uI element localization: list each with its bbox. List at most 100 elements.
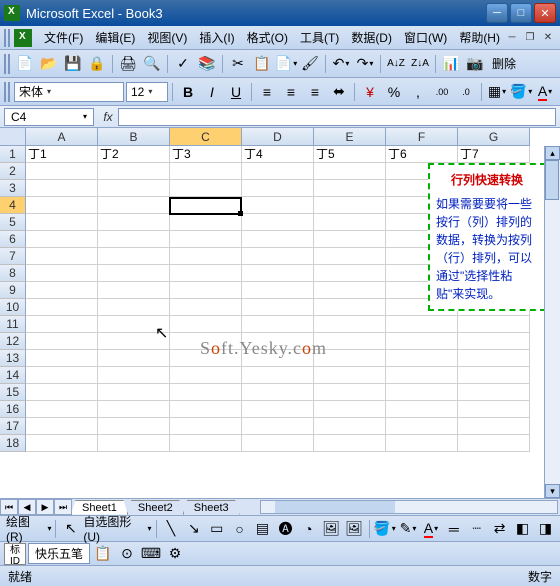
align-center-button[interactable]: ≡ <box>280 81 302 103</box>
cell-B2[interactable] <box>98 163 170 180</box>
autoshapes-menu[interactable]: 自选图形(U) <box>83 513 144 544</box>
cell-C11[interactable] <box>170 316 242 333</box>
diagram-button[interactable]: ◔ <box>298 518 319 540</box>
select-objects-button[interactable]: ↖ <box>60 518 81 540</box>
cell-C2[interactable] <box>170 163 242 180</box>
select-all-corner[interactable] <box>0 128 26 146</box>
redo-button[interactable]: ↷▾ <box>354 53 376 75</box>
col-header-F[interactable]: F <box>386 128 458 146</box>
cell-D10[interactable] <box>242 299 314 316</box>
print-button[interactable]: 🖨 <box>117 53 139 75</box>
row-header-2[interactable]: 2 <box>0 163 26 180</box>
cell-A4[interactable] <box>26 197 98 214</box>
3d-button[interactable]: ◨ <box>535 518 556 540</box>
decrease-decimal-button[interactable]: .0 <box>455 81 477 103</box>
app-icon[interactable] <box>14 29 32 47</box>
row-header-3[interactable]: 3 <box>0 180 26 197</box>
cell-C4[interactable] <box>170 197 242 214</box>
maximize-button[interactable]: □ <box>510 3 532 23</box>
col-header-E[interactable]: E <box>314 128 386 146</box>
undo-button[interactable]: ↶▾ <box>330 53 352 75</box>
fillcolor-draw-button[interactable]: 🪣▾ <box>374 518 396 540</box>
cell-A9[interactable] <box>26 282 98 299</box>
name-box[interactable]: C4▾ <box>4 108 94 126</box>
percent-button[interactable]: % <box>383 81 405 103</box>
cell-D3[interactable] <box>242 180 314 197</box>
cell-C17[interactable] <box>170 418 242 435</box>
formatpainter-button[interactable]: 🖌 <box>299 53 321 75</box>
cell-E18[interactable] <box>314 435 386 452</box>
cell-C9[interactable] <box>170 282 242 299</box>
italic-button[interactable]: I <box>201 81 223 103</box>
menubar-handle[interactable] <box>4 29 10 47</box>
cell-E10[interactable] <box>314 299 386 316</box>
cell-D15[interactable] <box>242 384 314 401</box>
cell-A2[interactable] <box>26 163 98 180</box>
toolbar-handle[interactable] <box>4 54 10 74</box>
col-header-D[interactable]: D <box>242 128 314 146</box>
cell-A3[interactable] <box>26 180 98 197</box>
doc-restore[interactable]: ❐ <box>522 31 538 45</box>
cell-F14[interactable] <box>386 367 458 384</box>
cell-C15[interactable] <box>170 384 242 401</box>
cell-G14[interactable] <box>458 367 530 384</box>
cell-F11[interactable] <box>386 316 458 333</box>
row-header-18[interactable]: 18 <box>0 435 26 452</box>
sheet-tab-1[interactable]: Sheet1 <box>71 500 128 515</box>
cell-A12[interactable] <box>26 333 98 350</box>
cell-D16[interactable] <box>242 401 314 418</box>
menu-tools[interactable]: 工具(T) <box>294 26 345 49</box>
cell-D7[interactable] <box>242 248 314 265</box>
menu-help[interactable]: 帮助(H) <box>453 26 506 49</box>
cell-B17[interactable] <box>98 418 170 435</box>
cell-C12[interactable] <box>170 333 242 350</box>
ime-btn-1[interactable]: 📋 <box>92 543 114 565</box>
menu-format[interactable]: 格式(O) <box>241 26 294 49</box>
cell-A11[interactable] <box>26 316 98 333</box>
menu-insert[interactable]: 插入(I) <box>193 26 240 49</box>
align-left-button[interactable]: ≡ <box>256 81 278 103</box>
cell-C7[interactable] <box>170 248 242 265</box>
menu-file[interactable]: 文件(F) <box>38 26 89 49</box>
cell-G16[interactable] <box>458 401 530 418</box>
sort-asc-button[interactable]: A↓Z <box>385 53 407 75</box>
cell-A14[interactable] <box>26 367 98 384</box>
cell-G13[interactable] <box>458 350 530 367</box>
cell-E15[interactable] <box>314 384 386 401</box>
cell-B8[interactable] <box>98 265 170 282</box>
permission-button[interactable]: 🔒 <box>86 53 108 75</box>
cell-F18[interactable] <box>386 435 458 452</box>
cell-E1[interactable]: 丁5 <box>314 146 386 163</box>
ime-btn-2[interactable]: ⊙ <box>116 543 138 565</box>
draw-menu[interactable]: 绘图(R) <box>6 513 44 544</box>
cell-C13[interactable] <box>170 350 242 367</box>
row-header-6[interactable]: 6 <box>0 231 26 248</box>
col-header-B[interactable]: B <box>98 128 170 146</box>
cell-B11[interactable] <box>98 316 170 333</box>
linestyle-button[interactable]: ═ <box>443 518 464 540</box>
cell-G18[interactable] <box>458 435 530 452</box>
cell-E8[interactable] <box>314 265 386 282</box>
scroll-thumb-v[interactable] <box>545 160 559 200</box>
menu-data[interactable]: 数据(D) <box>345 26 398 49</box>
cell-A15[interactable] <box>26 384 98 401</box>
currency-button[interactable]: ¥ <box>359 81 381 103</box>
close-button[interactable]: ✕ <box>534 3 556 23</box>
row-header-17[interactable]: 17 <box>0 418 26 435</box>
menu-edit[interactable]: 编辑(E) <box>89 26 141 49</box>
cell-E2[interactable] <box>314 163 386 180</box>
cell-C18[interactable] <box>170 435 242 452</box>
cut-button[interactable]: ✂ <box>227 53 249 75</box>
cell-A7[interactable] <box>26 248 98 265</box>
merge-button[interactable]: ⬌ <box>328 81 350 103</box>
cell-A8[interactable] <box>26 265 98 282</box>
preview-button[interactable]: 🔍 <box>141 53 163 75</box>
cell-A13[interactable] <box>26 350 98 367</box>
cell-B5[interactable] <box>98 214 170 231</box>
research-button[interactable]: 📚 <box>196 53 218 75</box>
cell-B18[interactable] <box>98 435 170 452</box>
cell-B12[interactable] <box>98 333 170 350</box>
cell-B13[interactable] <box>98 350 170 367</box>
cell-A10[interactable] <box>26 299 98 316</box>
cell-E3[interactable] <box>314 180 386 197</box>
